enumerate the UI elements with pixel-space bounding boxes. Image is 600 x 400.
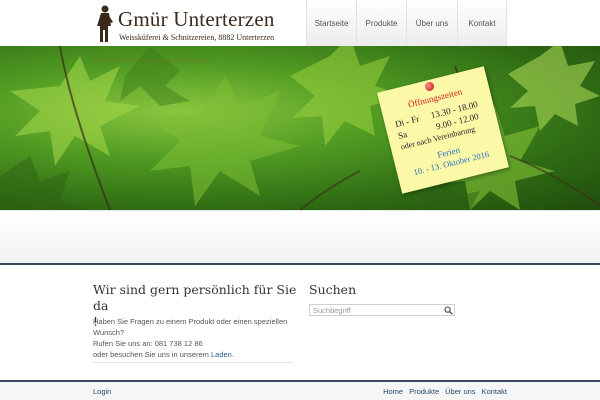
footer-link-kontakt[interactable]: Kontakt [482,387,507,396]
nav-item-kontakt[interactable]: Kontakt [457,0,507,46]
woodcarver-figure-icon [97,5,113,42]
site-title: Gmür Unterterzen [118,7,275,31]
breadcrumb: Sie finden hier: diesen Header sucht [94,58,207,65]
contact-text-line1: Haben Sie Fragen zu einem Produkt oder e… [93,317,288,326]
search-heading: Suchen [309,282,357,297]
contact-text-line4-prefix: oder besuchen Sie uns in unserem [93,350,211,359]
contact-divider [93,362,293,363]
login-link[interactable]: Login [93,387,111,396]
nav-item-ueber-uns[interactable]: Über uns [406,0,457,46]
content-top-divider [0,263,600,265]
nav-item-produkte[interactable]: Produkte [356,0,406,46]
hours-row-2-days: Sa [396,129,409,141]
site-logo[interactable]: Gmür Unterterzen Weissküferei & Schnitze… [95,4,295,44]
pushpin-icon [424,81,436,92]
site-header: Gmür Unterterzen Weissküferei & Schnitze… [0,0,600,46]
contact-text-line4-suffix: . [231,350,234,359]
footer-link-produkte[interactable]: Produkte [409,387,439,396]
contact-phone: Rufen Sie uns an: 081 738 12 86 [93,339,203,348]
spacer-band [0,210,600,263]
magnifier-icon [443,306,453,315]
maple-leaves-graphic [0,46,600,210]
contact-text-line4: oder besuchen Sie uns in unserem Laden. [93,349,293,360]
search-button[interactable] [442,305,454,315]
main-nav: Startseite Produkte Über uns Kontakt [306,0,507,46]
site-tagline: Weissküferei & Schnitzereien, 8882 Unter… [119,33,275,42]
search-form [309,304,455,316]
contact-text-line2: Wunsch? [93,328,125,337]
search-input[interactable] [311,305,441,315]
contact-text: Haben Sie Fragen zu einem Produkt oder e… [93,316,293,360]
shop-link[interactable]: Laden [211,350,232,359]
footer-link-ueber-uns[interactable]: Über uns [445,387,475,396]
contact-heading-line1: Wir sind gern persönlich für Sie da [93,282,297,313]
header-banner-image: Sie finden hier: diesen Header sucht Öff… [0,46,600,210]
site-footer: Login Home Produkte Über uns Kontakt [0,382,600,400]
nav-item-startseite[interactable]: Startseite [306,0,356,46]
footer-nav: Home Produkte Über uns Kontakt [383,387,507,396]
footer-link-home[interactable]: Home [383,387,403,396]
